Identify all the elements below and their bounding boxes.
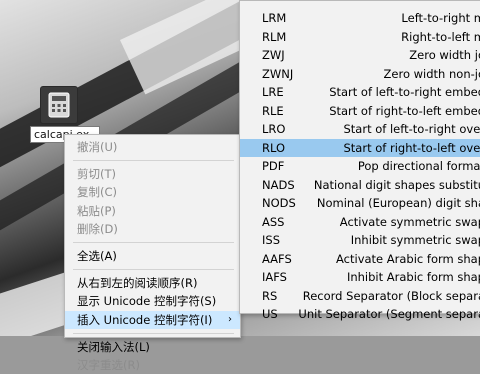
control-code: ISS <box>262 231 280 250</box>
control-description: Activate Arabic form shap <box>336 250 480 269</box>
submenu-item-lrm[interactable]: LRM Left-to-right m <box>240 9 480 28</box>
submenu-item-zwj[interactable]: ZWJ Zero width jo <box>240 46 480 65</box>
menu-item-rtl-reading-order[interactable]: 从右到左的阅读顺序(R) <box>65 274 240 292</box>
submenu-item-iafs[interactable]: IAFS Inhibit Arabic form shap <box>240 268 480 287</box>
submenu-item-zwnj[interactable]: ZWNJ Zero width non-jo <box>240 65 480 84</box>
menu-item-label: 撤消(U) <box>77 140 117 154</box>
control-description: Zero width jo <box>409 46 480 65</box>
unicode-control-submenu: LRM Left-to-right m RLM Right-to-left m ZW… <box>239 0 480 314</box>
control-description: Zero width non-jo <box>384 65 480 84</box>
menu-item-close-ime[interactable]: 关闭输入法(L) <box>65 338 240 356</box>
control-description: Start of left-to-right over <box>344 120 480 139</box>
control-description: Nominal (European) digit sha <box>317 194 480 213</box>
submenu-item-pdf[interactable]: PDF Pop directional format <box>240 157 480 176</box>
menu-item-label: 剪切(T) <box>77 167 116 181</box>
control-description: Left-to-right m <box>401 9 480 28</box>
menu-item-label: 删除(D) <box>77 222 118 236</box>
control-code: ZWJ <box>262 46 285 65</box>
menu-item-select-all[interactable]: 全选(A) <box>65 247 240 265</box>
control-description: Inhibit Arabic form shap <box>347 268 480 287</box>
control-description: Start of left-to-right embed <box>329 83 480 102</box>
control-description: National digit shapes substitu <box>314 176 480 195</box>
control-code: IAFS <box>262 268 287 287</box>
submenu-item-nods[interactable]: NODS Nominal (European) digit sha <box>240 194 480 213</box>
menu-item-label: 显示 Unicode 控制字符(S) <box>77 294 216 308</box>
menu-item-undo[interactable]: 撤消(U) <box>65 138 240 156</box>
control-code: PDF <box>262 157 284 176</box>
menu-item-reconversion[interactable]: 汉字重选(R) <box>65 356 240 374</box>
menu-item-insert-unicode-control[interactable]: 插入 Unicode 控制字符(I) › <box>65 311 240 329</box>
menu-item-label: 全选(A) <box>77 249 117 263</box>
menu-item-label: 复制(C) <box>77 185 117 199</box>
submenu-item-rle[interactable]: RLE Start of right-to-left embed <box>240 102 480 121</box>
control-code: US <box>262 305 278 324</box>
control-code: NODS <box>262 194 296 213</box>
control-description: Inhibit symmetric swap <box>351 231 480 250</box>
menu-item-label: 插入 Unicode 控制字符(I) <box>77 313 212 327</box>
menu-item-copy[interactable]: 复制(C) <box>65 183 240 201</box>
control-code: RLE <box>262 102 284 121</box>
menu-item-paste[interactable]: 粘贴(P) <box>65 202 240 220</box>
control-code: RLO <box>262 139 285 158</box>
submenu-item-rs[interactable]: RS Record Separator (Block separa <box>240 287 480 306</box>
control-code: ZWNJ <box>262 65 293 84</box>
control-description: Unit Separator (Segment separa <box>298 305 480 324</box>
control-code: AAFS <box>262 250 292 269</box>
control-code: LRO <box>262 120 285 139</box>
menu-item-label: 关闭输入法(L) <box>77 340 150 354</box>
submenu-item-aafs[interactable]: AAFS Activate Arabic form shap <box>240 250 480 269</box>
menu-separator <box>73 242 234 243</box>
menu-item-label: 汉字重选(R) <box>77 358 140 372</box>
submenu-item-ass[interactable]: ASS Activate symmetric swap <box>240 213 480 232</box>
submenu-arrow-icon: › <box>228 311 232 329</box>
menu-item-delete[interactable]: 删除(D) <box>65 220 240 238</box>
control-code: RS <box>262 287 277 306</box>
control-code: RLM <box>262 28 286 47</box>
control-description: Right-to-left m <box>401 28 480 47</box>
control-code: LRM <box>262 9 286 28</box>
submenu-item-us[interactable]: US Unit Separator (Segment separa <box>240 305 480 324</box>
submenu-item-rlo[interactable]: RLO Start of right-to-left over <box>240 139 480 158</box>
submenu-item-iss[interactable]: ISS Inhibit symmetric swap <box>240 231 480 250</box>
submenu-item-nads[interactable]: NADS National digit shapes substitu <box>240 176 480 195</box>
menu-item-label: 粘贴(P) <box>77 204 116 218</box>
submenu-item-lre[interactable]: LRE Start of left-to-right embed <box>240 83 480 102</box>
menu-item-cut[interactable]: 剪切(T) <box>65 165 240 183</box>
menu-separator <box>73 333 234 334</box>
menu-separator <box>73 160 234 161</box>
control-code: LRE <box>262 83 284 102</box>
control-description: Pop directional format <box>358 157 480 176</box>
submenu-item-rlm[interactable]: RLM Right-to-left m <box>240 28 480 47</box>
control-description: Start of right-to-left over <box>344 139 480 158</box>
control-code: NADS <box>262 176 295 195</box>
calculator-icon <box>40 86 78 124</box>
control-description: Start of right-to-left embed <box>329 102 480 121</box>
context-menu: 撤消(U) 剪切(T) 复制(C) 粘贴(P) 删除(D) 全选(A) 从右到左… <box>64 134 241 338</box>
submenu-item-lro[interactable]: LRO Start of left-to-right over <box>240 120 480 139</box>
control-description: Activate symmetric swap <box>340 213 480 232</box>
menu-separator <box>73 269 234 270</box>
menu-item-label: 从右到左的阅读顺序(R) <box>77 276 197 290</box>
menu-item-show-unicode-control[interactable]: 显示 Unicode 控制字符(S) <box>65 292 240 310</box>
control-code: ASS <box>262 213 284 232</box>
control-description: Record Separator (Block separa <box>303 287 480 306</box>
